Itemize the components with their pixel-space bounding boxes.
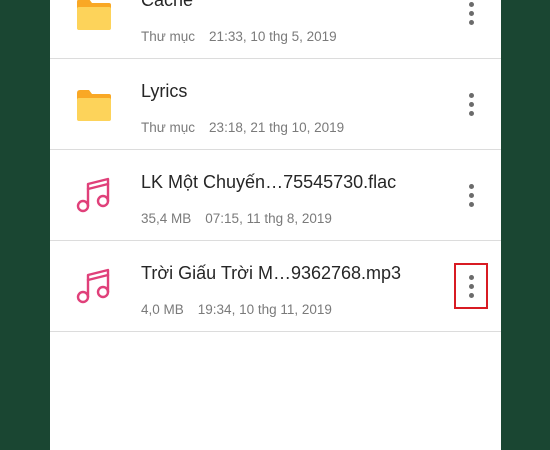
file-name: Trời Giấu Trời M…9362768.mp3: [141, 263, 402, 283]
file-timestamp: 21:33, 10 thg 5, 2019: [209, 29, 337, 44]
more-options-button[interactable]: [454, 263, 488, 309]
more-options-button[interactable]: [454, 172, 488, 218]
more-vert-icon-dot: [469, 284, 474, 289]
file-name: Lyrics: [141, 81, 188, 101]
more-vert-icon-dot: [469, 20, 474, 25]
more-vert-icon-dot: [469, 293, 474, 298]
more-vert-icon-dot: [469, 202, 474, 207]
file-meta: 35,4 MB 07:15, 11 thg 8, 2019: [141, 211, 332, 226]
file-type-label: Thư mục: [141, 120, 196, 135]
more-vert-icon: [469, 184, 474, 189]
more-vert-icon: [469, 275, 474, 280]
file-name: Cache: [141, 0, 194, 10]
file-meta: Thư mục 23:18, 21 thg 10, 2019: [141, 120, 344, 135]
more-vert-icon-dot: [469, 111, 474, 116]
list-item-flac-file[interactable]: LK Một Chuyến…75545730.flac 35,4 MB 07:15…: [50, 150, 501, 241]
more-vert-icon-dot: [469, 193, 474, 198]
music-note-icon: [76, 177, 110, 213]
file-type-label: Thư mục: [141, 29, 196, 44]
file-list: Cache Thư mục 21:33, 10 thg 5, 2019 Lyric…: [50, 0, 501, 332]
more-options-button[interactable]: [454, 0, 488, 36]
file-size: 4,0 MB: [141, 302, 184, 317]
folder-icon: [77, 90, 111, 121]
file-timestamp: 19:34, 10 thg 11, 2019: [197, 302, 332, 317]
more-vert-icon-dot: [469, 102, 474, 107]
more-options-button[interactable]: [454, 81, 488, 127]
file-meta: Thư mục 21:33, 10 thg 5, 2019: [141, 29, 337, 44]
list-item-mp3-file[interactable]: Trời Giấu Trời M…9362768.mp3 4,0 MB 19:34…: [50, 241, 501, 332]
list-item-cache[interactable]: Cache Thư mục 21:33, 10 thg 5, 2019: [50, 0, 501, 59]
file-timestamp: 23:18, 21 thg 10, 2019: [209, 120, 345, 135]
file-list-screen: Cache Thư mục 21:33, 10 thg 5, 2019 Lyric…: [50, 0, 501, 450]
list-item-lyrics[interactable]: Lyrics Thư mục 23:18, 21 thg 10, 2019: [50, 59, 501, 150]
folder-icon: [77, 0, 111, 30]
file-size: 35,4 MB: [141, 211, 192, 226]
music-note-icon: [76, 268, 110, 304]
file-name: LK Một Chuyến…75545730.flac: [141, 172, 397, 192]
more-vert-icon: [469, 93, 474, 98]
more-vert-icon-dot: [469, 11, 474, 16]
more-vert-icon: [469, 2, 474, 7]
file-meta: 4,0 MB 19:34, 10 thg 11, 2019: [141, 302, 332, 317]
file-timestamp: 07:15, 11 thg 8, 2019: [205, 211, 332, 226]
